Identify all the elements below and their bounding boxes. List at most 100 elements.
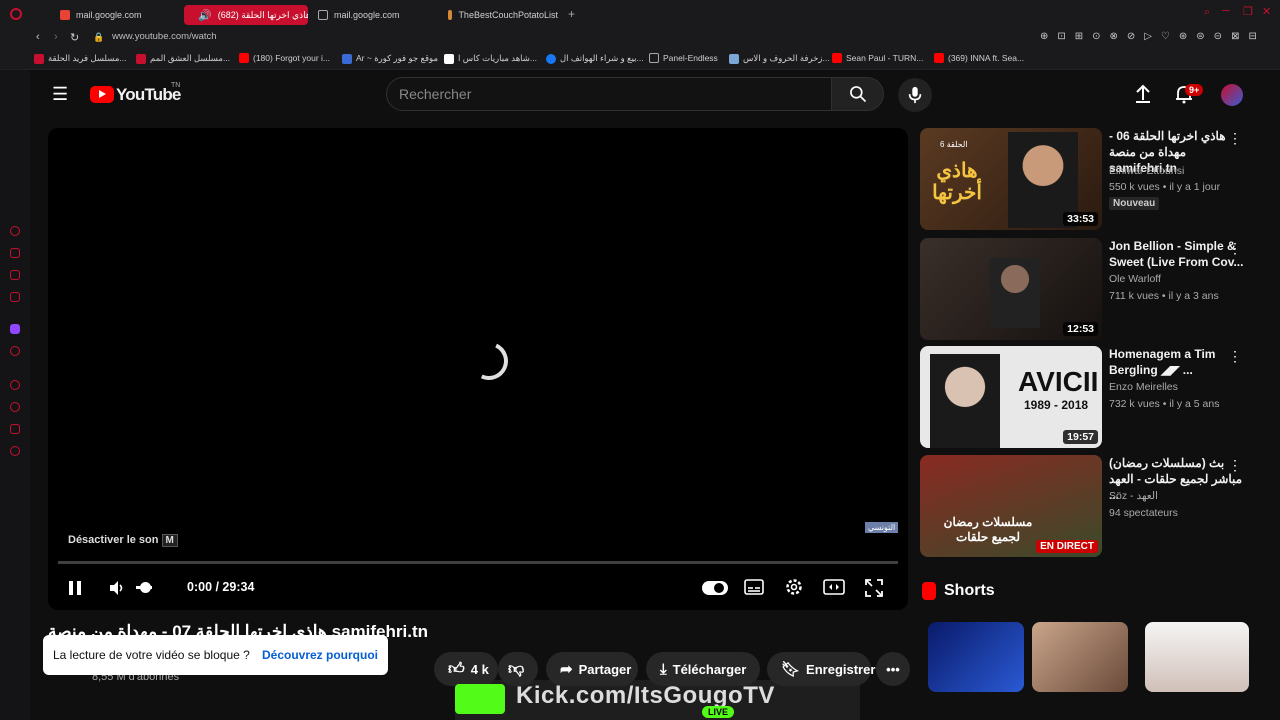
kick-logo-icon — [455, 684, 505, 714]
channel-watermark: التونسي — [865, 522, 899, 533]
bookmark-4[interactable]: شاهد مباريات كاس ا... — [444, 53, 537, 64]
theater-mode-button[interactable] — [823, 579, 845, 600]
tab-0[interactable]: mail.google.com — [52, 5, 180, 25]
player-icon[interactable] — [10, 380, 20, 390]
rec-menu-icon[interactable]: ⋮ — [1228, 240, 1242, 257]
rec-channel[interactable]: Enzo Meirelles — [1109, 381, 1178, 393]
bookmark-0[interactable]: مسلسل فريد الحلقة... — [34, 53, 126, 64]
speaker-icon[interactable]: 🔊 — [198, 9, 212, 22]
rec-thumbnail[interactable]: هاذي أخرتها الحلقة 6 33:53 — [920, 128, 1102, 230]
search-input[interactable]: Rechercher — [386, 77, 832, 111]
thumbnail-text: هاذي أخرتها — [932, 160, 982, 204]
bookmark-7[interactable]: زخرفة الحروف و الاس... — [729, 53, 830, 64]
volume-button[interactable] — [108, 579, 126, 602]
messenger-icon[interactable] — [10, 270, 20, 280]
subtitles-button[interactable] — [744, 579, 764, 600]
rec-channel[interactable]: Ole Warloff — [1109, 273, 1161, 285]
rec-item-1[interactable]: 12:53 Jon Bellion - Simple & Sweet (Live… — [920, 238, 1270, 342]
thumbnail-text: AVICII — [1018, 366, 1099, 397]
youtube-icon — [239, 53, 249, 63]
opera-logo-icon[interactable] — [10, 8, 22, 20]
extensions-icon[interactable]: ⊕⊡⊞⊙⊗⊘▷♡⊛⊜⊝⊠⊟ — [1040, 31, 1266, 42]
rec-menu-icon[interactable]: ⋮ — [1228, 348, 1242, 365]
bookmark-icon — [342, 53, 352, 64]
youtube-logo-icon[interactable] — [90, 86, 114, 103]
maximize-icon[interactable]: ❐ — [1243, 5, 1253, 18]
tab-2[interactable]: mail.google.com — [310, 5, 438, 25]
back-icon[interactable]: ‹ — [36, 31, 40, 43]
short-thumbnail[interactable] — [1032, 622, 1128, 692]
rec-menu-icon[interactable]: ⋮ — [1228, 457, 1242, 474]
autoplay-toggle[interactable] — [702, 581, 728, 595]
voice-search-button[interactable] — [898, 78, 932, 112]
avatar[interactable] — [1221, 84, 1243, 106]
bookmark-5[interactable]: بيع و شراء الهواتف ال... — [546, 53, 644, 64]
rec-menu-icon[interactable]: ⋮ — [1228, 130, 1242, 147]
mute-tooltip: Désactiver le son M — [68, 534, 178, 547]
gear-icon — [786, 579, 802, 595]
forward-icon[interactable]: › — [54, 31, 58, 43]
aria-icon[interactable] — [10, 226, 20, 236]
rec-thumbnail[interactable]: مسلسلات رمضان لجميع حلقات EN DIRECT — [920, 455, 1102, 557]
short-thumbnail[interactable] — [1145, 622, 1249, 692]
upload-icon[interactable] — [1134, 84, 1152, 109]
search-tabs-icon[interactable]: ⌕ — [1204, 6, 1210, 19]
settings-button[interactable] — [784, 577, 804, 602]
minimize-icon[interactable]: ─ — [1222, 5, 1230, 17]
reload-icon[interactable]: ↻ — [70, 31, 79, 44]
close-window-icon[interactable]: ✕ — [1262, 5, 1271, 18]
bookmark-3[interactable]: Ar ~ موقع جو فور كورة — [342, 53, 438, 64]
rec-thumbnail[interactable]: AVICII 1989 - 2018 19:57 — [920, 346, 1102, 448]
bookmark-2[interactable]: (180) Forgot your i... — [239, 53, 330, 63]
search-placeholder: Rechercher — [399, 86, 472, 102]
rec-channel[interactable]: Elhiwar Ettounsi — [1109, 165, 1184, 177]
volume-slider-thumb[interactable] — [140, 582, 151, 593]
progress-bar[interactable] — [58, 561, 898, 564]
rec-new-badge: Nouveau — [1109, 197, 1160, 210]
rec-thumbnail[interactable]: 12:53 — [920, 238, 1102, 340]
music-icon[interactable] — [10, 346, 20, 356]
bookmark-icon — [136, 53, 146, 64]
bookmark-1[interactable]: مسلسل العشق المم... — [136, 53, 230, 64]
rec-item-2[interactable]: AVICII 1989 - 2018 19:57 Homenagem a Tim… — [920, 346, 1270, 450]
sidebar-app-icon[interactable] — [10, 248, 20, 258]
fullscreen-button[interactable] — [865, 579, 883, 602]
share-icon: ➦ — [560, 661, 573, 678]
history-icon[interactable] — [10, 402, 20, 412]
mute-shortcut-key: M — [161, 534, 178, 547]
tab-3[interactable]: TheBestCouchPotatoList — [440, 5, 566, 25]
gmail-sidebar-icon[interactable] — [10, 292, 20, 302]
rec-item-3[interactable]: مسلسلات رمضان لجميع حلقات EN DIRECT (مسل… — [920, 455, 1270, 559]
thumbs-up-icon: 👍︎ — [448, 660, 465, 678]
duration-badge: 12:53 — [1063, 322, 1098, 336]
more-actions-button[interactable]: ••• — [876, 652, 910, 686]
save-icon: 🔖︎ — [781, 661, 801, 678]
rec-title[interactable]: Jon Bellion - Simple & Sweet (Live From … — [1109, 238, 1244, 270]
pause-button[interactable] — [68, 580, 82, 601]
mute-tooltip-text: Désactiver le son — [68, 534, 159, 546]
rec-item-0[interactable]: هاذي أخرتها الحلقة 6 33:53 هاذي اخرتها ا… — [920, 128, 1270, 232]
tab-1[interactable]: 🔊 (682) هاذي اخرتها الحلقة — [184, 5, 308, 25]
new-tab-icon[interactable]: + — [568, 7, 575, 21]
settings-icon[interactable] — [10, 446, 20, 456]
thumbnail-label: الحلقة 6 — [940, 140, 968, 149]
short-thumbnail[interactable] — [928, 622, 1024, 692]
extensions-sidebar-icon[interactable] — [10, 424, 20, 434]
shorts-icon — [922, 582, 936, 600]
kick-overlay-text: Kick.com/ItsGougoTV — [516, 682, 775, 709]
menu-icon[interactable]: ☰ — [52, 84, 68, 105]
bookmark-8[interactable]: Sean Paul - TURN... — [832, 53, 923, 63]
lock-icon: 🔒 — [93, 32, 105, 42]
search-button[interactable] — [832, 77, 884, 111]
twitch-icon[interactable] — [10, 324, 20, 334]
url-field[interactable]: www.youtube.com/watch — [112, 31, 217, 42]
bookmark-9[interactable]: (369) INNA ft. Sea... — [934, 53, 1024, 63]
pause-icon — [69, 581, 81, 595]
browser-sidebar — [0, 70, 30, 720]
bookmark-6[interactable]: Panel-Endless — [649, 53, 718, 63]
rec-title[interactable]: Homenagem a Tim Bergling ◢◤ ... — [1109, 346, 1244, 378]
rec-channel[interactable]: Söz - العهد — [1109, 490, 1158, 502]
youtube-icon — [832, 53, 842, 63]
toast-link[interactable]: Découvrez pourquoi — [262, 648, 378, 662]
subtitles-icon — [744, 579, 764, 595]
